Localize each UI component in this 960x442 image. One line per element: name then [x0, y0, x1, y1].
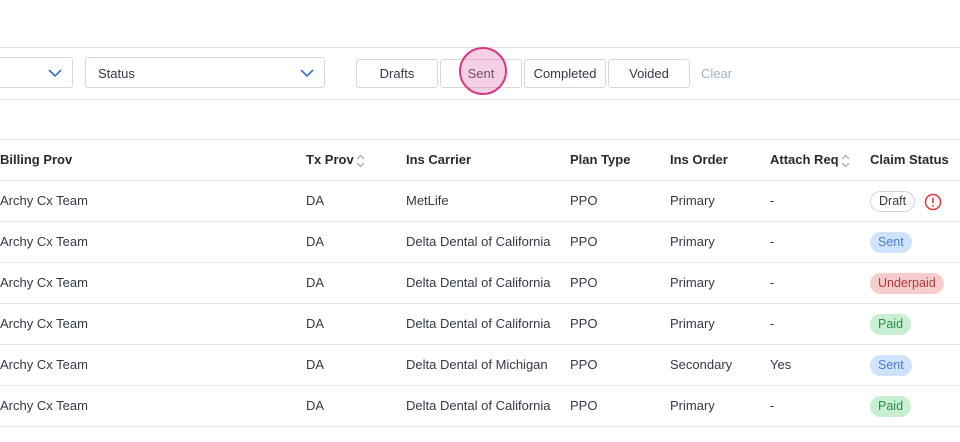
table-row[interactable]: Archy Cx Team DA Delta Dental of Michiga… [0, 345, 960, 386]
cell-ins-order: Primary [670, 193, 715, 208]
page-top-area [0, 0, 960, 47]
cell-attach-req: - [770, 275, 775, 290]
status-badge: Draft [870, 191, 916, 212]
table-row[interactable]: Archy Cx Team DA Delta Dental of Califor… [0, 222, 960, 263]
cell-ins-carrier: Delta Dental of California [406, 398, 551, 413]
header-attach-req[interactable]: Attach Req [770, 140, 839, 180]
cell-plan-type: PPO [570, 193, 598, 208]
cell-ins-carrier: Delta Dental of Michigan [406, 357, 548, 372]
status-badge: Paid [870, 396, 912, 417]
filter-chip-completed[interactable]: Completed [524, 59, 606, 88]
chevron-down-icon [48, 69, 62, 78]
cell-billing-prov: Archy Cx Team [0, 398, 88, 413]
status-select[interactable]: Status [85, 57, 325, 88]
cell-attach-req: - [770, 316, 775, 331]
cell-tx-prov: DA [306, 275, 325, 290]
cell-billing-prov: Archy Cx Team [0, 234, 88, 249]
cell-ins-order: Primary [670, 234, 715, 249]
filter-chip-voided[interactable]: Voided [608, 59, 690, 88]
filter-bar: Status Drafts Sent Completed Voided Clea… [0, 47, 960, 100]
provider-select[interactable] [0, 57, 73, 88]
cell-tx-prov: DA [306, 316, 325, 331]
cell-billing-prov: Archy Cx Team [0, 316, 88, 331]
filter-chip-drafts[interactable]: Drafts [356, 59, 438, 88]
cell-attach-req: - [770, 398, 775, 413]
cell-plan-type: PPO [570, 234, 598, 249]
cell-tx-prov: DA [306, 234, 325, 249]
cell-attach-req: - [770, 193, 775, 208]
cell-tx-prov: DA [306, 398, 325, 413]
cell-plan-type: PPO [570, 398, 598, 413]
filter-chip-sent[interactable]: Sent [440, 59, 522, 88]
status-badge: Sent [870, 355, 912, 376]
status-select-label: Status [98, 66, 135, 81]
table-row[interactable]: Archy Cx Team DA MetLife PPO Primary - D… [0, 181, 960, 222]
header-ins-order[interactable]: Ins Order [670, 140, 728, 180]
sort-icon[interactable] [841, 154, 850, 168]
cell-ins-carrier: MetLife [406, 193, 449, 208]
table-header-row: Billing Prov Tx Prov Ins Carrier Plan Ty… [0, 140, 960, 181]
cell-ins-order: Primary [670, 398, 715, 413]
chevron-down-icon [300, 69, 314, 78]
cell-ins-carrier: Delta Dental of California [406, 275, 551, 290]
cell-billing-prov: Archy Cx Team [0, 193, 88, 208]
cell-tx-prov: DA [306, 357, 325, 372]
alert-circle-icon[interactable] [924, 193, 942, 211]
header-ins-carrier[interactable]: Ins Carrier [406, 140, 471, 180]
header-tx-prov[interactable]: Tx Prov [306, 140, 354, 180]
cell-attach-req: - [770, 234, 775, 249]
cell-plan-type: PPO [570, 316, 598, 331]
cell-ins-order: Secondary [670, 357, 733, 372]
cell-billing-prov: Archy Cx Team [0, 275, 88, 290]
status-badge: Underpaid [870, 273, 944, 294]
cell-billing-prov: Archy Cx Team [0, 357, 88, 372]
cell-ins-carrier: Delta Dental of California [406, 316, 551, 331]
header-billing-prov[interactable]: Billing Prov [0, 140, 72, 180]
table-row[interactable]: Archy Cx Team DA Delta Dental of Califor… [0, 386, 960, 427]
cell-ins-carrier: Delta Dental of California [406, 234, 551, 249]
status-badge: Paid [870, 314, 912, 335]
claims-table: Billing Prov Tx Prov Ins Carrier Plan Ty… [0, 139, 960, 442]
cell-plan-type: PPO [570, 275, 598, 290]
cell-plan-type: PPO [570, 357, 598, 372]
table-row[interactable]: Archy Cx Team DA Delta Dental of Califor… [0, 304, 960, 345]
table-row[interactable]: Archy Cx Team DA Delta Dental of Califor… [0, 263, 960, 304]
cell-ins-order: Primary [670, 275, 715, 290]
clear-filters-link[interactable]: Clear [701, 66, 732, 81]
status-badge: Sent [870, 232, 912, 253]
header-plan-type[interactable]: Plan Type [570, 140, 630, 180]
cell-attach-req: Yes [770, 357, 792, 372]
cell-tx-prov: DA [306, 193, 325, 208]
cell-ins-order: Primary [670, 316, 715, 331]
header-claim-status[interactable]: Claim Status [870, 140, 949, 180]
sort-icon[interactable] [356, 154, 365, 168]
